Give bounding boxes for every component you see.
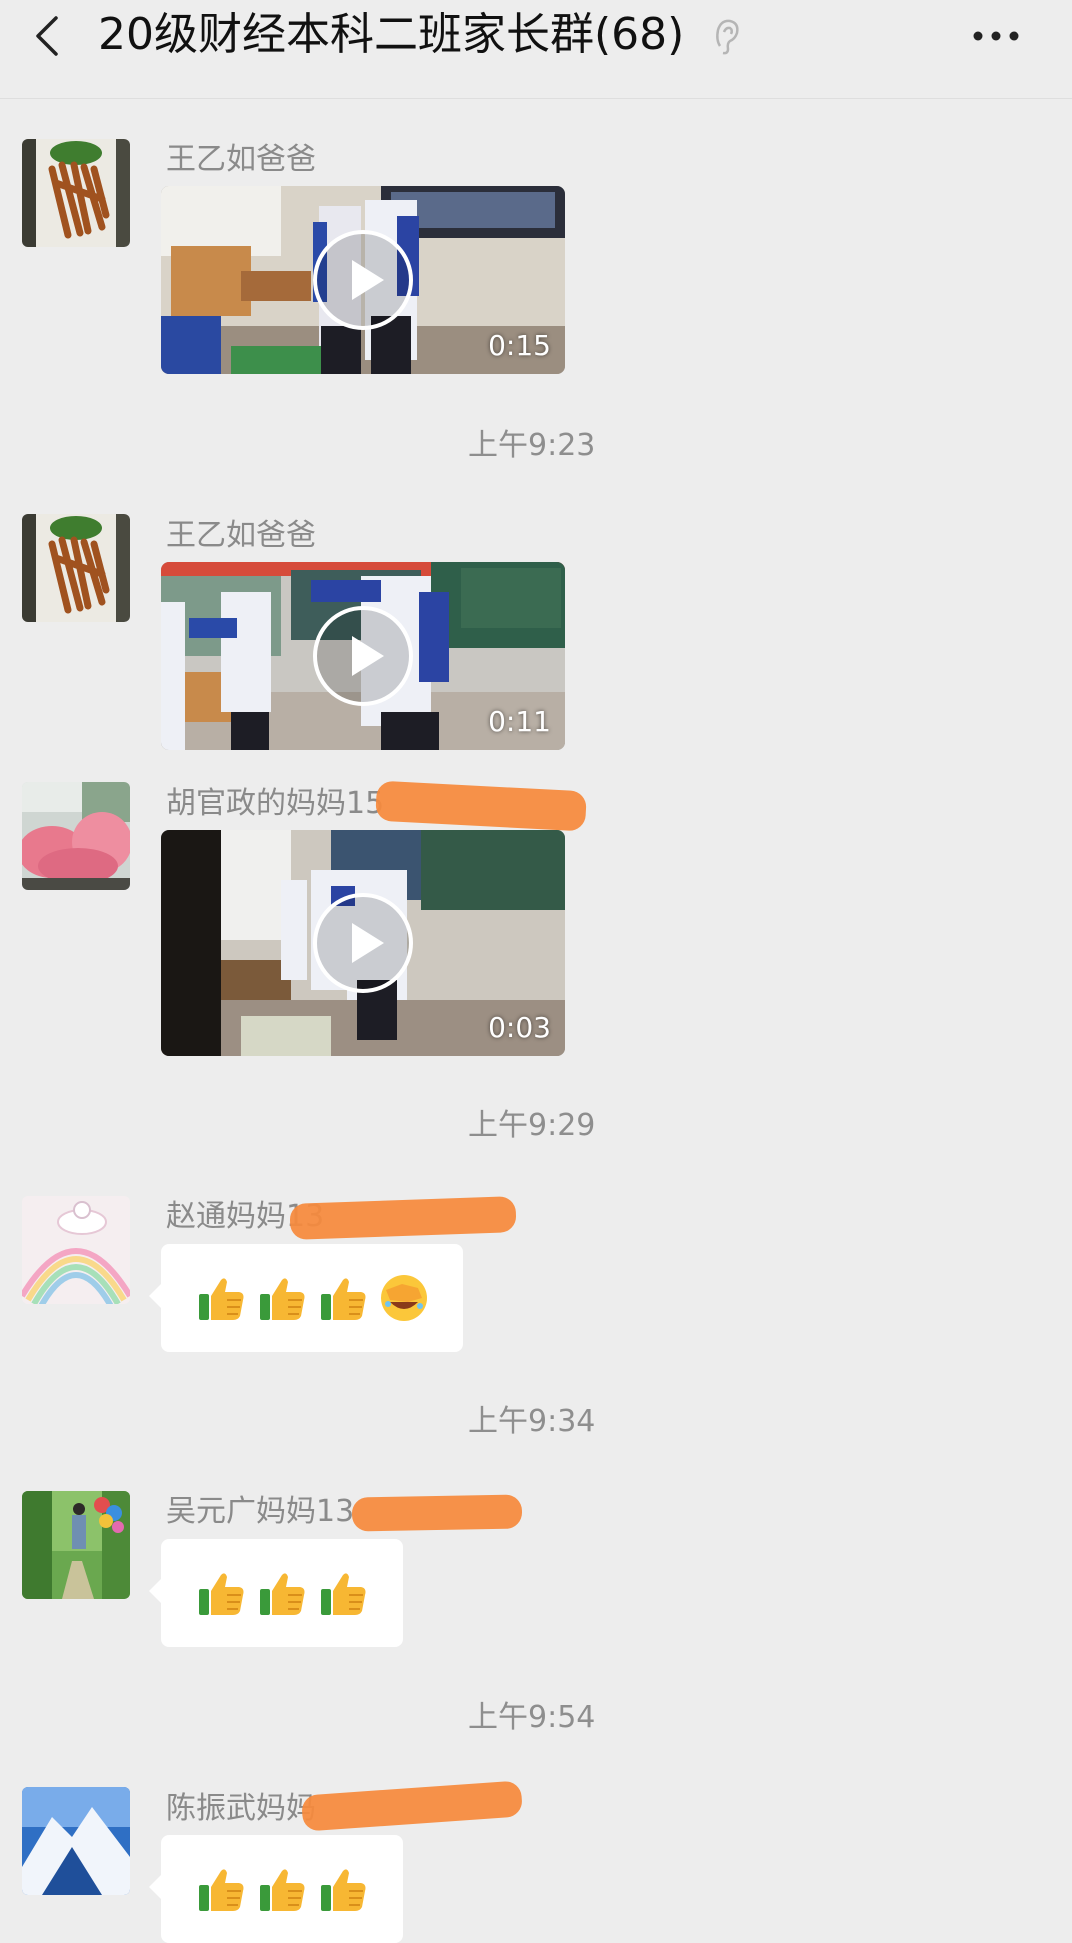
video-duration: 0:11: [488, 705, 551, 738]
sender-name: 王乙如爸爸: [166, 518, 316, 553]
emoji-message-bubble[interactable]: [149, 1539, 403, 1647]
thumbs-up-icon: [256, 1567, 308, 1619]
sender-name: 陈振武妈妈: [166, 1791, 316, 1826]
video-duration: 0:15: [488, 329, 551, 362]
thumbs-up-icon: [256, 1863, 308, 1915]
timestamp: 上午9:29: [468, 1108, 596, 1143]
thumbs-up-icon: [195, 1567, 247, 1619]
avatar[interactable]: [22, 782, 130, 890]
video-message[interactable]: 0:15: [161, 186, 565, 374]
avatar[interactable]: [22, 1491, 130, 1599]
emoji-message-bubble[interactable]: [149, 1244, 463, 1352]
thumbs-up-icon: [317, 1567, 369, 1619]
timestamp: 上午9:23: [468, 428, 596, 463]
video-duration: 0:03: [488, 1011, 551, 1044]
play-icon[interactable]: [311, 604, 415, 708]
timestamp: 上午9:34: [468, 1404, 596, 1439]
chevron-left-icon[interactable]: [26, 10, 76, 60]
emoji-message-bubble[interactable]: [149, 1835, 403, 1943]
video-message[interactable]: 0:03: [161, 830, 565, 1056]
ear-icon: [716, 19, 739, 55]
thumbs-up-icon: [317, 1272, 369, 1324]
video-message[interactable]: 0:11: [161, 562, 565, 750]
play-icon[interactable]: [311, 228, 415, 332]
chat-header: 20级财经本科二班家长群(68): [0, 0, 1072, 99]
redaction-mark: [301, 1780, 523, 1832]
thumbs-up-icon: [195, 1272, 247, 1324]
avatar[interactable]: [22, 1196, 130, 1304]
avatar[interactable]: [22, 1787, 130, 1895]
avatar[interactable]: [22, 514, 130, 622]
redaction-mark: [375, 780, 587, 832]
sender-name: 胡官政的妈妈15: [166, 786, 385, 821]
thumbs-up-icon: [317, 1863, 369, 1915]
chat-title: 20级财经本科二班家长群(68): [98, 9, 685, 60]
sender-name: 吴元广妈妈13: [166, 1494, 355, 1529]
play-icon[interactable]: [311, 891, 415, 995]
sender-name: 王乙如爸爸: [166, 142, 316, 177]
more-dots-icon[interactable]: [964, 14, 1034, 58]
redaction-mark: [289, 1196, 517, 1240]
timestamp: 上午9:54: [468, 1700, 596, 1735]
redaction-mark: [351, 1494, 523, 1532]
avatar[interactable]: [22, 139, 130, 247]
thumbs-up-icon: [195, 1863, 247, 1915]
facepalm-laugh-icon: [381, 1275, 427, 1321]
thumbs-up-icon: [256, 1272, 308, 1324]
